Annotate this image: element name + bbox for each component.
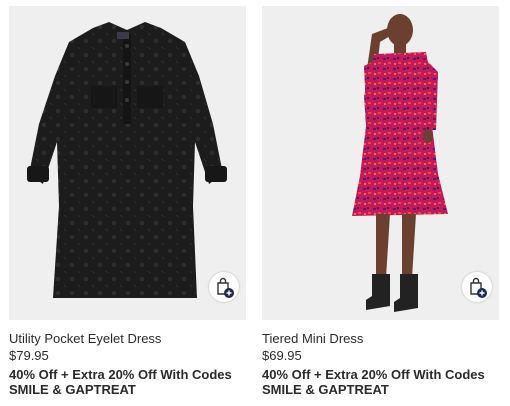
product-image-tiered-mini-dress[interactable]: [262, 6, 499, 320]
add-to-bag-button[interactable]: [209, 272, 239, 302]
add-to-bag-button[interactable]: [462, 272, 492, 302]
product-price: $69.95: [262, 348, 302, 363]
product-image-utility-pocket-eyelet-dress[interactable]: [9, 6, 246, 320]
shopping-bag-plus-icon: [470, 277, 487, 298]
product-name[interactable]: Tiered Mini Dress: [262, 331, 499, 346]
promo-codes: SMILE & GAPTREAT: [9, 382, 136, 397]
promo-text: 40% Off + Extra 20% Off With Codes: [262, 367, 485, 382]
product-card[interactable]: Tiered Mini Dress $69.95 40% Off + Extra…: [262, 6, 499, 397]
promo-text: 40% Off + Extra 20% Off With Codes: [9, 367, 232, 382]
product-card[interactable]: Utility Pocket Eyelet Dress $79.95 40% O…: [9, 6, 246, 397]
promo-codes: SMILE & GAPTREAT: [262, 382, 389, 397]
shopping-bag-plus-icon: [217, 277, 234, 298]
product-name[interactable]: Utility Pocket Eyelet Dress: [9, 331, 246, 346]
product-price: $79.95: [9, 348, 49, 363]
